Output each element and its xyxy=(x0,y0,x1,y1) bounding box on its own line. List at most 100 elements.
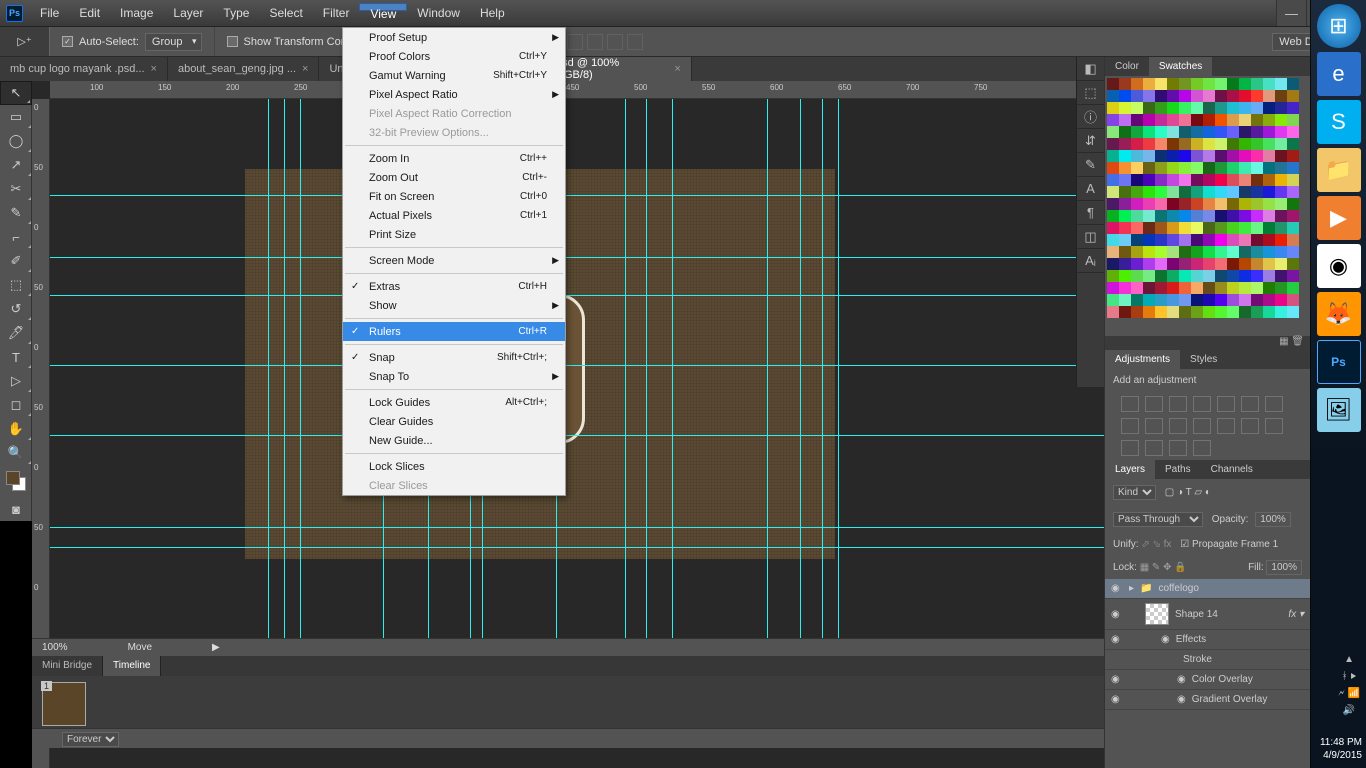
auto-select-mode[interactable]: Group xyxy=(145,33,202,51)
menu-item[interactable]: ✓ExtrasCtrl+H xyxy=(343,277,565,296)
document-tab[interactable]: mb cup logo mayank .psd...× xyxy=(0,57,168,81)
opacity-value[interactable]: 100% xyxy=(1255,512,1291,527)
layer-row[interactable]: ◉◉Color Overlay xyxy=(1105,670,1310,690)
menu-view[interactable]: View xyxy=(359,3,407,11)
menu-window[interactable]: Window xyxy=(407,3,470,9)
menu-item[interactable]: Fit on ScreenCtrl+0 xyxy=(343,187,565,206)
menu-image[interactable]: Image xyxy=(110,3,163,9)
tool-3[interactable]: ↗ xyxy=(0,153,32,177)
layer-row[interactable]: ◉◉Effects xyxy=(1105,630,1310,650)
tool-6[interactable]: ⌐ xyxy=(0,225,32,249)
menu-type[interactable]: Type xyxy=(213,3,259,9)
menu-item[interactable]: Lock GuidesAlt+Ctrl+; xyxy=(343,393,565,412)
tab-close-icon[interactable]: × xyxy=(151,63,157,75)
menu-help[interactable]: Help xyxy=(470,3,515,9)
panel-tab[interactable]: Color xyxy=(1105,57,1149,76)
layer-row[interactable]: ◉Shape 14fx ▾ xyxy=(1105,599,1310,630)
color-swatch[interactable] xyxy=(6,471,26,491)
visibility-icon[interactable]: ◉ xyxy=(1111,674,1123,685)
panel-icon[interactable]: ⓘ xyxy=(1077,105,1104,129)
menu-item[interactable]: Gamut WarningShift+Ctrl+Y xyxy=(343,66,565,85)
document-tab[interactable]: about_sean_geng.jpg ...× xyxy=(168,57,319,81)
tool-14[interactable]: ✋ xyxy=(0,417,32,441)
panel-tab[interactable]: Styles xyxy=(1180,350,1227,369)
panel-tab[interactable]: Adjustments xyxy=(1105,350,1180,369)
layers-filter-row[interactable]: Kind ▢ ◑ T ▱ ◐ xyxy=(1105,479,1310,506)
tool-9[interactable]: ↺ xyxy=(0,297,32,321)
menu-item[interactable]: Screen Mode▶ xyxy=(343,251,565,270)
collapsed-panels[interactable]: ◧ ⬚ ⓘ ⇵ ✎ A ¶ ◫ Aᵢ xyxy=(1076,57,1104,387)
panel-icon[interactable]: ¶ xyxy=(1077,201,1104,225)
tool-preset-button[interactable]: ▷⁺ xyxy=(0,27,50,56)
status-arrow-icon[interactable]: ▶ xyxy=(212,642,220,653)
fill-value[interactable]: 100% xyxy=(1266,560,1302,575)
panel-tab[interactable]: Channels xyxy=(1201,460,1263,479)
menu-item[interactable]: Show▶ xyxy=(343,296,565,315)
visibility-icon[interactable]: ◉ xyxy=(1111,583,1123,594)
taskbar-chrome[interactable]: ◉ xyxy=(1317,244,1361,288)
blend-mode[interactable]: Pass Through xyxy=(1113,512,1203,527)
taskbar-skype[interactable]: S xyxy=(1317,100,1361,144)
taskbar-photos[interactable]: 🖼 xyxy=(1317,388,1361,432)
visibility-icon[interactable]: ◉ xyxy=(1111,609,1123,620)
auto-select-checkbox[interactable]: ✓ xyxy=(62,36,73,47)
menu-item[interactable]: Lock Slices xyxy=(343,457,565,476)
swatches-footer[interactable]: ▦ 🗑 xyxy=(1105,336,1310,350)
visibility-icon[interactable]: ◉ xyxy=(1111,694,1123,705)
panel-icon[interactable]: ⬚ xyxy=(1077,81,1104,105)
tool-12[interactable]: ▷ xyxy=(0,369,32,393)
ruler-horizontal[interactable]: 1001502002503003504004505005506006507007… xyxy=(50,81,1104,99)
panel-tab[interactable]: Paths xyxy=(1155,460,1201,479)
panel-icon[interactable]: Aᵢ xyxy=(1077,249,1104,273)
taskbar-explorer[interactable]: 📁 xyxy=(1317,148,1361,192)
menu-file[interactable]: File xyxy=(30,3,69,9)
layer-row[interactable]: Stroke xyxy=(1105,650,1310,670)
system-tray[interactable]: ▲ᚼ ▶🗲 📶🔊 xyxy=(1338,654,1360,716)
taskbar-media[interactable]: ▶ xyxy=(1317,196,1361,240)
taskbar-photoshop[interactable]: Ps xyxy=(1317,340,1361,384)
panel-icon[interactable]: ◧ xyxy=(1077,57,1104,81)
tool-2[interactable]: ◯ xyxy=(0,129,32,153)
panel-tab[interactable]: Mini Bridge xyxy=(32,656,103,676)
menu-edit[interactable]: Edit xyxy=(69,3,110,9)
taskbar-firefox[interactable]: 🦊 xyxy=(1317,292,1361,336)
tool-8[interactable]: ⬚ xyxy=(0,273,32,297)
menu-item[interactable]: Pixel Aspect Ratio▶ xyxy=(343,85,565,104)
visibility-icon[interactable]: ◉ xyxy=(1111,634,1123,645)
menu-item[interactable]: Actual PixelsCtrl+1 xyxy=(343,206,565,225)
swatches-panel[interactable] xyxy=(1105,76,1310,336)
menu-item[interactable]: Print Size xyxy=(343,225,565,244)
menu-item[interactable]: Snap To▶ xyxy=(343,367,565,386)
menu-select[interactable]: Select xyxy=(259,3,312,9)
canvas-viewport[interactable] xyxy=(50,99,1104,638)
tool-5[interactable]: ✎ xyxy=(0,201,32,225)
menu-item[interactable]: Proof Setup▶ xyxy=(343,28,565,47)
taskbar-ie[interactable]: e xyxy=(1317,52,1361,96)
menu-item[interactable]: Zoom OutCtrl+- xyxy=(343,168,565,187)
tool-10[interactable]: 🖊 xyxy=(0,321,32,345)
tool-0[interactable]: ↖ xyxy=(0,81,32,105)
clock[interactable]: 11:48 PM4/9/2015 xyxy=(1320,736,1362,762)
tool-11[interactable]: T xyxy=(0,345,32,369)
quickmask-button[interactable]: ◙ xyxy=(0,497,32,521)
minimize-button[interactable]: — xyxy=(1276,0,1306,26)
menu-item[interactable]: ✓SnapShift+Ctrl+; xyxy=(343,348,565,367)
tool-1[interactable]: ▭ xyxy=(0,105,32,129)
tab-close-icon[interactable]: × xyxy=(674,63,680,75)
panel-icon[interactable]: A xyxy=(1077,177,1104,201)
tool-15[interactable]: 🔍 xyxy=(0,441,32,465)
show-transform-checkbox[interactable] xyxy=(227,36,238,47)
tool-7[interactable]: ✐ xyxy=(0,249,32,273)
menu-item[interactable]: New Guide... xyxy=(343,431,565,450)
panel-tab[interactable]: Layers xyxy=(1105,460,1155,479)
tool-13[interactable]: ◻ xyxy=(0,393,32,417)
menu-filter[interactable]: Filter xyxy=(313,3,360,9)
tool-4[interactable]: ✂ xyxy=(0,177,32,201)
panel-icon[interactable]: ✎ xyxy=(1077,153,1104,177)
layer-filter[interactable]: Kind xyxy=(1113,485,1156,500)
menu-item[interactable]: Clear Guides xyxy=(343,412,565,431)
layer-list[interactable]: ◉▸📁coffelogo◉Shape 14fx ▾◉◉EffectsStroke… xyxy=(1105,579,1310,710)
menu-layer[interactable]: Layer xyxy=(163,3,213,9)
menu-item[interactable]: ✓RulersCtrl+R xyxy=(343,322,565,341)
loop-selector[interactable]: Forever xyxy=(62,732,119,747)
